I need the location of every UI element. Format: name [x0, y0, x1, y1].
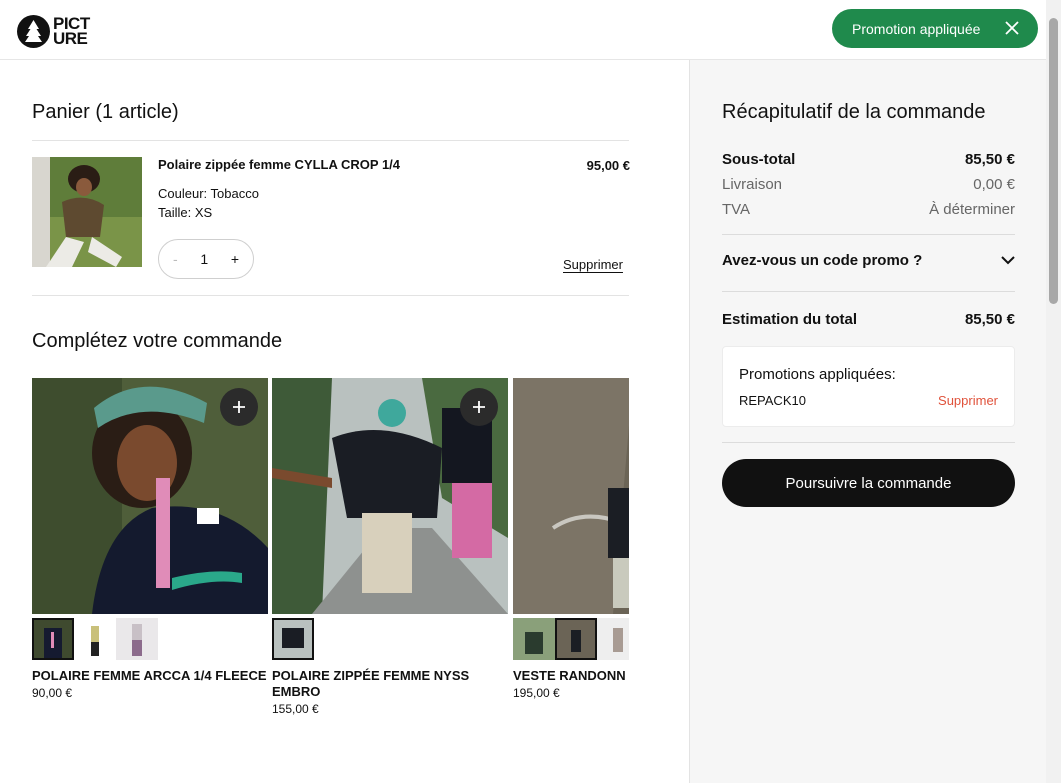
- shipping-label: Livraison: [722, 176, 783, 193]
- swatch-thumbnail[interactable]: [116, 618, 158, 660]
- promo-code-question: Avez-vous un code promo ?: [722, 252, 923, 269]
- add-to-cart-plus-icon[interactable]: [220, 388, 258, 426]
- remove-item-link[interactable]: Supprimer: [563, 257, 623, 272]
- cart-item-color: Couleur: Tobacco: [158, 186, 259, 201]
- promo-code-accordion[interactable]: Avez-vous un code promo ?: [722, 252, 1015, 269]
- cart-item-size: Taille: XS: [158, 205, 213, 220]
- color-swatches: [272, 618, 508, 660]
- decrease-quantity-button[interactable]: -: [173, 251, 178, 267]
- page-scrollbar[interactable]: [1046, 0, 1061, 783]
- applied-promotions-title: Promotions appliquées:: [739, 366, 896, 383]
- swatch-thumbnail[interactable]: [555, 618, 597, 660]
- total-row: Estimation du total 85,50 €: [722, 311, 1015, 328]
- cart-item-name[interactable]: Polaire zippée femme CYLLA CROP 1/4: [158, 157, 400, 172]
- close-icon[interactable]: [1003, 19, 1021, 37]
- promo-code-value: REPACK10: [739, 393, 806, 408]
- divider: [32, 295, 629, 296]
- product-price: 195,00 €: [513, 686, 560, 700]
- product-name[interactable]: POLAIRE FEMME ARCCA 1/4 FLEECE: [32, 668, 268, 684]
- color-swatches: [513, 618, 629, 660]
- product-name[interactable]: POLAIRE ZIPPÉE FEMME NYSS EMBRO: [272, 668, 508, 700]
- increase-quantity-button[interactable]: +: [231, 251, 239, 267]
- swatch-thumbnail[interactable]: [32, 618, 74, 660]
- tax-label: TVA: [722, 201, 751, 218]
- product-image[interactable]: [272, 378, 508, 614]
- scrollbar-thumb[interactable]: [1049, 18, 1058, 304]
- product-image[interactable]: [513, 378, 629, 614]
- product-card[interactable]: VESTE RANDONN ABSTRAL+ 2.5L 195,00 €: [513, 378, 629, 700]
- product-card[interactable]: POLAIRE ZIPPÉE FEMME NYSS EMBRO 155,00 €: [272, 378, 508, 716]
- product-price: 90,00 €: [32, 686, 73, 700]
- brand-logo[interactable]: PICT URE: [17, 13, 97, 49]
- remove-promo-link[interactable]: Supprimer: [938, 393, 998, 408]
- subtotal-value: 85,50 €: [964, 151, 1015, 168]
- divider: [722, 442, 1015, 443]
- total-value: 85,50 €: [964, 311, 1015, 328]
- divider: [722, 234, 1015, 235]
- swatch-thumbnail[interactable]: [597, 618, 629, 660]
- subtotal-label: Sous-total: [722, 151, 796, 168]
- shipping-value: 0,00 €: [973, 176, 1015, 193]
- product-carousel[interactable]: POLAIRE FEMME ARCCA 1/4 FLEECE 90,00 € P…: [32, 378, 629, 723]
- divider: [32, 140, 629, 141]
- promotion-applied-toast: Promotion appliquée: [832, 9, 1038, 48]
- product-image[interactable]: [32, 378, 268, 614]
- site-header: PICT URE Promotion appliquée: [0, 0, 1046, 60]
- product-card[interactable]: POLAIRE FEMME ARCCA 1/4 FLEECE 90,00 €: [32, 378, 268, 700]
- product-price: 155,00 €: [272, 702, 319, 716]
- swatch-thumbnail[interactable]: [74, 618, 116, 660]
- swatch-thumbnail[interactable]: [513, 618, 555, 660]
- summary-title: Récapitulatif de la commande: [722, 101, 986, 123]
- order-summary-panel: Récapitulatif de la commande Sous-total …: [689, 60, 1046, 783]
- add-to-cart-plus-icon[interactable]: [460, 388, 498, 426]
- applied-promotions-box: Promotions appliquées: REPACK10 Supprime…: [722, 346, 1015, 427]
- logo-wordmark: PICT URE: [53, 14, 90, 48]
- tree-logo-icon: [17, 14, 50, 48]
- swatch-thumbnail[interactable]: [272, 618, 314, 660]
- cart-item-price: 95,00 €: [586, 158, 630, 173]
- tax-row: TVA À déterminer: [722, 201, 1015, 218]
- cart-title: Panier (1 article): [32, 101, 179, 123]
- quantity-value[interactable]: 1: [200, 251, 208, 267]
- shipping-row: Livraison 0,00 €: [722, 176, 1015, 193]
- cart-item-image[interactable]: [32, 157, 142, 267]
- total-label: Estimation du total: [722, 311, 857, 328]
- toast-label: Promotion appliquée: [852, 20, 981, 37]
- upsell-title: Complétez votre commande: [32, 330, 283, 352]
- quantity-stepper: - 1 +: [158, 239, 254, 279]
- product-name[interactable]: VESTE RANDONN ABSTRAL+ 2.5L: [513, 668, 629, 684]
- chevron-down-icon[interactable]: [1001, 252, 1015, 269]
- tax-value: À déterminer: [929, 201, 1015, 218]
- checkout-button[interactable]: Poursuivre la commande: [722, 459, 1015, 507]
- subtotal-row: Sous-total 85,50 €: [722, 151, 1015, 168]
- color-swatches: [32, 618, 268, 660]
- divider: [722, 291, 1015, 292]
